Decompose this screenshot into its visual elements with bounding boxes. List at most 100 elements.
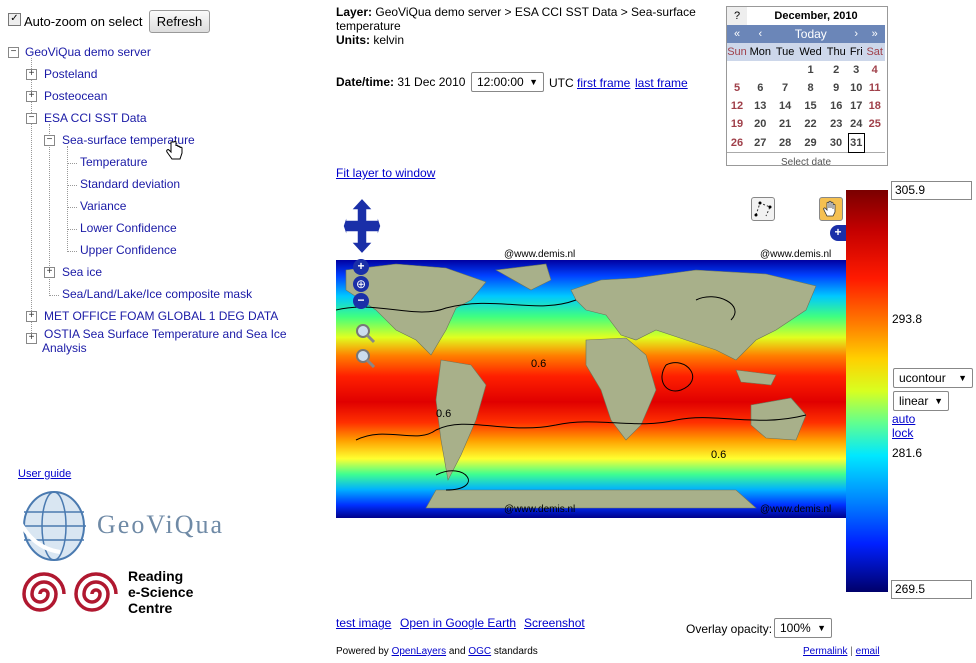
calendar-day[interactable]: 6 <box>747 79 774 97</box>
calendar-day[interactable]: 11 <box>864 79 885 97</box>
calendar-day[interactable]: 20 <box>747 115 774 134</box>
calendar-today-button[interactable]: Today <box>773 25 848 43</box>
calendar-day[interactable]: 22 <box>797 115 825 134</box>
scale-select[interactable]: linear ▼ <box>893 391 949 411</box>
tree-item-met-office[interactable]: MET OFFICE FOAM GLOBAL 1 DEG DATA <box>44 309 278 323</box>
ogc-link[interactable]: OGC <box>468 646 491 657</box>
calendar-day[interactable]: 19 <box>727 115 747 134</box>
first-frame-link[interactable]: first frame <box>577 76 630 90</box>
calendar-day[interactable]: 3 <box>848 61 864 79</box>
calendar-day[interactable]: 4 <box>864 61 885 79</box>
calendar-day[interactable]: 27 <box>747 134 774 153</box>
zoom-in-icon[interactable]: + <box>353 259 369 275</box>
tree-item-ostia-line2[interactable]: Analysis <box>42 341 87 355</box>
pan-hand-icon[interactable] <box>819 197 843 221</box>
expand-icon[interactable]: + <box>26 91 37 102</box>
opacity-select[interactable]: 100% ▼ <box>774 618 832 638</box>
map-credit: @www.demis.nl <box>504 504 575 515</box>
calendar-dow: Sat <box>864 43 885 61</box>
magnifier-plus-icon[interactable] <box>354 322 376 347</box>
sst-map[interactable]: 0.6 0.6 0.6 @www.demis.nl @www.demis.nl … <box>336 190 846 518</box>
time-select[interactable]: 12:00:00 ▼ <box>471 72 544 92</box>
tree-item-posteocean[interactable]: Posteocean <box>44 89 107 103</box>
calendar-day[interactable]: 2 <box>824 61 848 79</box>
map-viewport[interactable]: 0.6 0.6 0.6 @www.demis.nl @www.demis.nl … <box>336 190 846 518</box>
autozoom-checkbox[interactable]: ✓ <box>8 13 21 26</box>
email-link[interactable]: email <box>856 646 880 657</box>
tree-item-mask[interactable]: Sea/Land/Lake/Ice composite mask <box>62 287 252 301</box>
calendar-day[interactable]: 14 <box>774 97 797 115</box>
geoviqua-logo: GeoViQua <box>12 488 262 564</box>
calendar-day[interactable]: 17 <box>848 97 864 115</box>
tree-item-sea-ice[interactable]: Sea ice <box>62 265 102 279</box>
expand-icon[interactable]: + <box>26 69 37 80</box>
dropdown-arrow-icon: ▼ <box>817 623 826 633</box>
calendar-day[interactable]: 26 <box>727 134 747 153</box>
auto-scale-link[interactable]: auto <box>892 412 915 426</box>
tree-item-temperature[interactable]: Temperature <box>80 155 147 169</box>
calendar-day[interactable]: 23 <box>824 115 848 134</box>
pan-control-icon[interactable] <box>342 196 382 257</box>
globe-icon[interactable]: ⊕ <box>353 276 369 292</box>
expand-icon[interactable]: + <box>26 333 37 344</box>
layer-switcher-icon[interactable]: + <box>830 225 846 241</box>
google-earth-link[interactable]: Open in Google Earth <box>400 616 516 630</box>
calendar-prev-year[interactable]: « <box>727 25 747 43</box>
tree-item-std-dev[interactable]: Standard deviation <box>80 177 180 191</box>
tree-item-posteland[interactable]: Posteland <box>44 67 97 81</box>
calendar-day[interactable]: 25 <box>864 115 885 134</box>
calendar-day[interactable]: 28 <box>774 134 797 153</box>
calendar-day[interactable]: 18 <box>864 97 885 115</box>
calendar-footer: Select date <box>727 152 885 171</box>
calendar-day[interactable]: 24 <box>848 115 864 134</box>
test-image-link[interactable]: test image <box>336 616 391 630</box>
calendar-day[interactable]: 12 <box>727 97 747 115</box>
calendar-day[interactable]: 30 <box>824 134 848 153</box>
units-value: kelvin <box>373 33 405 47</box>
calendar-next-year[interactable]: » <box>864 25 885 43</box>
scale-max-input[interactable]: 305.9 <box>891 181 972 200</box>
tree-item-variance[interactable]: Variance <box>80 199 126 213</box>
and-text: and <box>448 646 466 657</box>
tree-item-lower-conf[interactable]: Lower Confidence <box>80 221 177 235</box>
calendar-prev-month[interactable]: ‹ <box>747 25 774 43</box>
screenshot-link[interactable]: Screenshot <box>524 616 585 630</box>
calendar-day[interactable]: 16 <box>824 97 848 115</box>
calendar-day[interactable]: 8 <box>797 79 825 97</box>
calendar-next-month[interactable]: › <box>848 25 865 43</box>
tree-item-root[interactable]: GeoViQua demo server <box>25 45 151 59</box>
calendar-day[interactable]: 7 <box>774 79 797 97</box>
collapse-icon[interactable]: − <box>26 113 37 124</box>
scale-min-input[interactable]: 269.5 <box>891 580 972 599</box>
magnifier-icon[interactable] <box>354 347 376 372</box>
expand-icon[interactable]: + <box>44 267 55 278</box>
collapse-icon[interactable]: − <box>44 135 55 146</box>
collapse-icon[interactable]: − <box>8 47 19 58</box>
openlayers-link[interactable]: OpenLayers <box>392 646 446 657</box>
calendar-help-button[interactable]: ? <box>727 7 747 25</box>
tree-item-esa-cci[interactable]: ESA CCI SST Data <box>44 111 147 125</box>
lock-scale-link[interactable]: lock <box>892 426 913 440</box>
last-frame-link[interactable]: last frame <box>635 76 688 90</box>
calendar-day[interactable]: 15 <box>797 97 825 115</box>
calendar-day[interactable]: 1 <box>797 61 825 79</box>
measure-tool-icon[interactable] <box>751 197 775 221</box>
calendar-day[interactable]: 29 <box>797 134 825 153</box>
calendar-day[interactable]: 5 <box>727 79 747 97</box>
calendar-day[interactable]: 13 <box>747 97 774 115</box>
calendar-day[interactable]: 9 <box>824 79 848 97</box>
user-guide-link[interactable]: User guide <box>18 468 71 480</box>
calendar-day[interactable]: 21 <box>774 115 797 134</box>
tree-item-ostia[interactable]: OSTIA Sea Surface Temperature and Sea Ic… <box>44 327 287 341</box>
calendar-day[interactable]: 10 <box>848 79 864 97</box>
refresh-button[interactable]: Refresh <box>149 10 210 33</box>
calendar-dow: Sun <box>727 43 747 61</box>
calendar-day[interactable]: 31 <box>847 133 865 153</box>
zoom-out-icon[interactable]: − <box>353 293 369 309</box>
opacity-value: 100% <box>780 621 811 635</box>
expand-icon[interactable]: + <box>26 311 37 322</box>
tree-item-upper-conf[interactable]: Upper Confidence <box>80 243 177 257</box>
fit-layer-link[interactable]: Fit layer to window <box>336 166 435 180</box>
permalink-link[interactable]: Permalink <box>803 646 847 657</box>
style-select[interactable]: ucontour ▼ <box>893 368 973 388</box>
